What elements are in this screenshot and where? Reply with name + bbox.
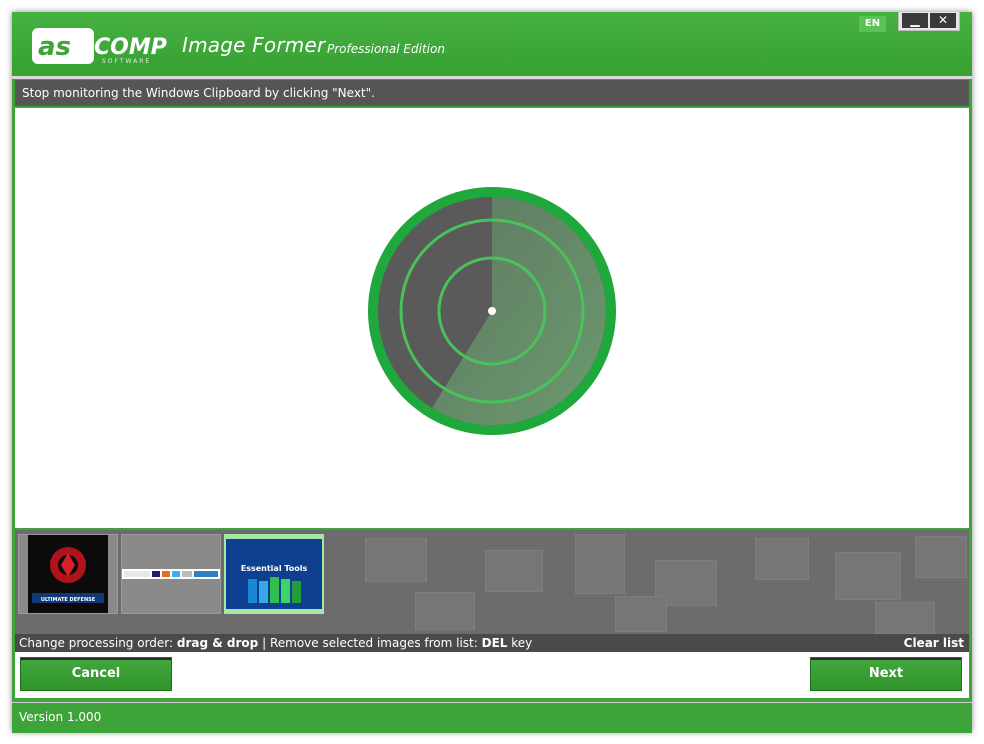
thumbnail-image: Essential Tools (226, 539, 322, 609)
clear-list-link[interactable]: Clear list (904, 634, 964, 652)
status-message: Stop monitoring the Windows Clipboard by… (15, 80, 969, 106)
svg-text:as: as (38, 32, 71, 62)
footer-bar: Version 1.000 (12, 702, 972, 733)
background-pattern (415, 592, 475, 630)
header-divider (12, 76, 972, 79)
background-pattern (915, 536, 967, 578)
thumbnail-item[interactable] (121, 534, 221, 614)
thumbnail-image: ULTIMATE DEFENSE (28, 535, 108, 613)
thumbnail-item[interactable]: ULTIMATE DEFENSE (18, 534, 118, 614)
app-window: as COMP SOFTWARE Image Former Profession… (12, 12, 972, 733)
background-pattern (575, 534, 625, 594)
hint-drag-drop: drag & drop (176, 636, 259, 650)
radar-center-dot (488, 307, 496, 315)
hint-bar: Change processing order: drag & drop | R… (15, 634, 969, 652)
svg-text:COMP: COMP (94, 35, 167, 60)
background-pattern (835, 552, 901, 600)
hint-remove-text: Remove selected images from list: (269, 636, 478, 650)
clipboard-monitor-area (15, 108, 969, 528)
close-button[interactable]: ✕ (930, 13, 956, 28)
image-thumbnail-list[interactable]: ULTIMATE DEFENSE Essential Tools (15, 530, 969, 634)
hint-del-key: DEL (481, 636, 508, 650)
edition-label: Professional Edition (327, 42, 445, 56)
background-pattern (755, 538, 809, 580)
language-selector[interactable]: EN (859, 16, 886, 32)
version-label: Version 1.000 (19, 710, 102, 724)
hint-separator: | (262, 636, 267, 650)
action-bar: Cancel Next (15, 652, 969, 698)
background-pattern (875, 602, 935, 634)
background-pattern (365, 538, 427, 582)
window-controls: ▁ ✕ (898, 12, 960, 31)
hint-key-word: key (511, 636, 533, 650)
svg-text:SOFTWARE: SOFTWARE (102, 58, 151, 64)
ascomp-logo: as COMP SOFTWARE (32, 28, 172, 64)
cancel-button[interactable]: Cancel (20, 657, 172, 691)
svg-text:Essential Tools: Essential Tools (241, 564, 308, 573)
title-bar: as COMP SOFTWARE Image Former Profession… (12, 12, 972, 76)
background-pattern (485, 550, 543, 592)
next-button[interactable]: Next (810, 657, 962, 691)
radar-animation (368, 187, 616, 435)
thumbnail-image (122, 569, 220, 579)
hint-text: Change processing order: drag & drop | R… (19, 634, 532, 652)
minimize-button[interactable]: ▁ (902, 13, 928, 28)
thumbnail-item-selected[interactable]: Essential Tools (224, 534, 324, 614)
hint-prefix: Change processing order: (19, 636, 174, 650)
svg-text:ULTIMATE DEFENSE: ULTIMATE DEFENSE (41, 597, 96, 603)
app-title: Image Former (182, 33, 326, 57)
background-pattern (615, 596, 667, 632)
